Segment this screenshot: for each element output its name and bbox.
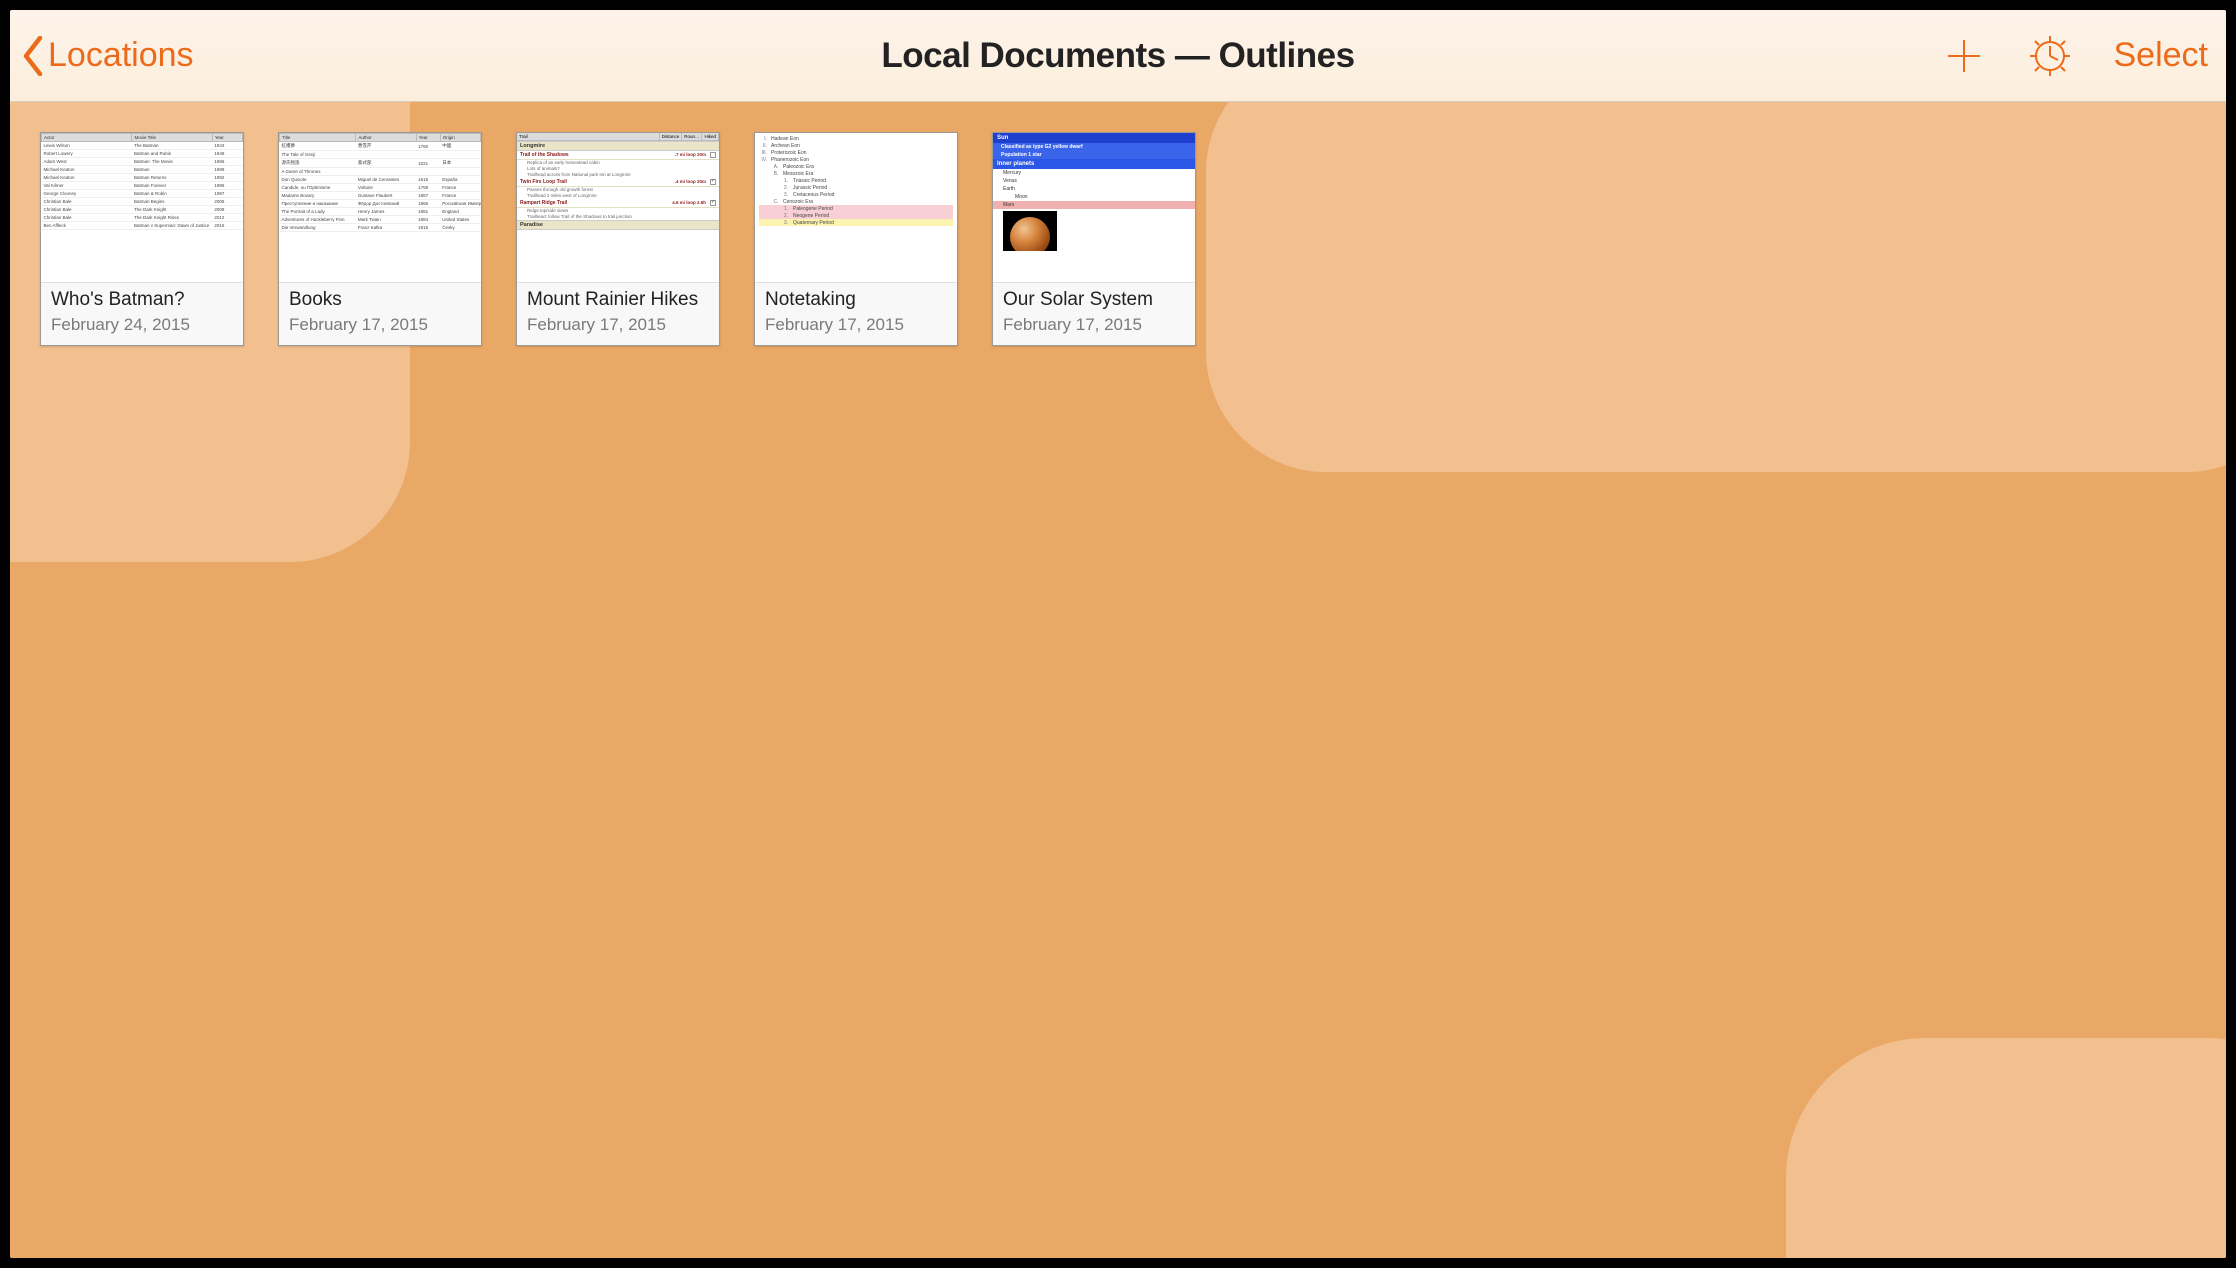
document-card[interactable]: SunClassified as type G2 yellow dwarfPop… [992,132,1196,346]
plus-icon [1942,34,1986,78]
document-card[interactable]: I.Hadean EonII.Archean EonIII.Proterozoi… [754,132,958,346]
document-title: Mount Rainier Hikes [527,289,709,311]
document-thumbnail: ActorMovie TitleYearLewis WilsonThe Batm… [41,133,243,283]
document-thumbnail: SunClassified as type G2 yellow dwarfPop… [993,133,1195,283]
gear-icon [2028,34,2072,78]
document-grid: ActorMovie TitleYearLewis WilsonThe Batm… [10,102,2226,376]
settings-button[interactable] [2028,34,2072,78]
document-thumbnail: I.Hadean EonII.Archean EonIII.Proterozoi… [755,133,957,283]
document-card[interactable]: TrailDistanceRoun…HikedLongmireTrail of … [516,132,720,346]
document-date: February 17, 2015 [765,315,947,335]
document-title: Our Solar System [1003,289,1185,311]
document-date: February 24, 2015 [51,315,233,335]
document-date: February 17, 2015 [527,315,709,335]
document-thumbnail: TitleAuthorYearOrigin紅樓夢曹雪芹1760中國The Tal… [279,133,481,283]
chevron-left-icon [22,36,44,76]
header-bar: Locations Local Documents — Outlines [10,10,2226,102]
document-title: Who's Batman? [51,289,233,311]
back-label: Locations [48,36,194,75]
back-button[interactable]: Locations [22,36,194,76]
document-card[interactable]: TitleAuthorYearOrigin紅樓夢曹雪芹1760中國The Tal… [278,132,482,346]
document-date: February 17, 2015 [1003,315,1185,335]
document-date: February 17, 2015 [289,315,471,335]
document-title: Notetaking [765,289,947,311]
add-button[interactable] [1942,34,1986,78]
document-title: Books [289,289,471,311]
document-thumbnail: TrailDistanceRoun…HikedLongmireTrail of … [517,133,719,283]
document-card[interactable]: ActorMovie TitleYearLewis WilsonThe Batm… [40,132,244,346]
select-button[interactable]: Select [2114,36,2209,75]
page-title: Local Documents — Outlines [881,36,1354,76]
